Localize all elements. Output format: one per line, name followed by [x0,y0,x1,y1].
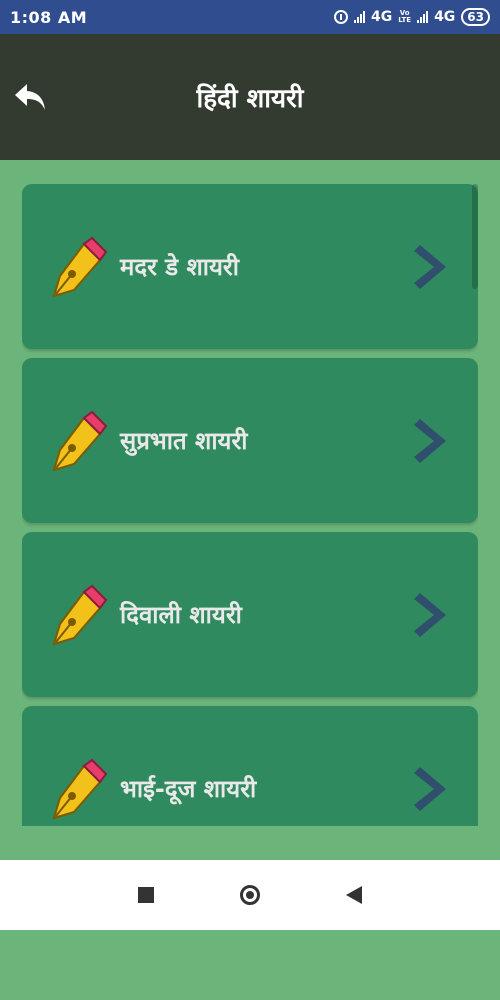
back-arrow-icon [15,84,45,110]
category-list[interactable]: मदर डे शायरी सुप्रभात शायरी दिवाली शायरी… [22,184,478,826]
list-item[interactable]: मदर डे शायरी [22,184,478,349]
back-button[interactable] [10,77,50,117]
network-type-1: 4G [370,9,393,25]
list-item[interactable]: दिवाली शायरी [22,532,478,697]
fountain-pen-icon [52,410,108,471]
recent-apps-icon[interactable] [138,887,154,903]
alarm-icon [333,10,348,24]
signal-icon [417,11,429,23]
status-time: 1:08 AM [10,7,88,27]
fountain-pen-icon [52,584,108,645]
chevron-right-icon [414,592,446,637]
system-nav-bar [0,860,500,930]
list-item[interactable]: भाई-दूज शायरी [22,706,478,826]
status-bar: 1:08 AM 4G Vo LTE 4G 63 [0,0,500,34]
scrollbar-thumb[interactable] [472,184,478,289]
fountain-pen-icon [52,236,108,297]
list-item[interactable]: सुप्रभात शायरी [22,358,478,523]
list-item-label: भाई-दूज शायरी [120,775,257,803]
content-area: मदर डे शायरी सुप्रभात शायरी दिवाली शायरी… [0,160,500,930]
back-triangle-icon[interactable] [346,886,362,904]
app-bar: हिंदी शायरी [0,34,500,160]
list-item-label: दिवाली शायरी [120,601,242,629]
battery-icon: 63 [461,8,490,26]
fountain-pen-icon [52,758,108,819]
status-right: 4G Vo LTE 4G 63 [333,8,490,26]
volte-badge: Vo LTE [398,10,411,24]
network-type-2: 4G [434,9,456,25]
home-icon[interactable] [240,885,260,905]
chevron-right-icon [414,244,446,289]
battery-percent: 63 [467,10,484,24]
list-item-label: मदर डे शायरी [120,253,239,281]
chevron-right-icon [414,766,446,811]
page-title: हिंदी शायरी [196,84,304,114]
volte-bottom: LTE [398,16,412,24]
scrollbar[interactable] [472,184,478,826]
signal-icon [353,11,365,23]
list-item-label: सुप्रभात शायरी [120,427,248,455]
chevron-right-icon [414,418,446,463]
